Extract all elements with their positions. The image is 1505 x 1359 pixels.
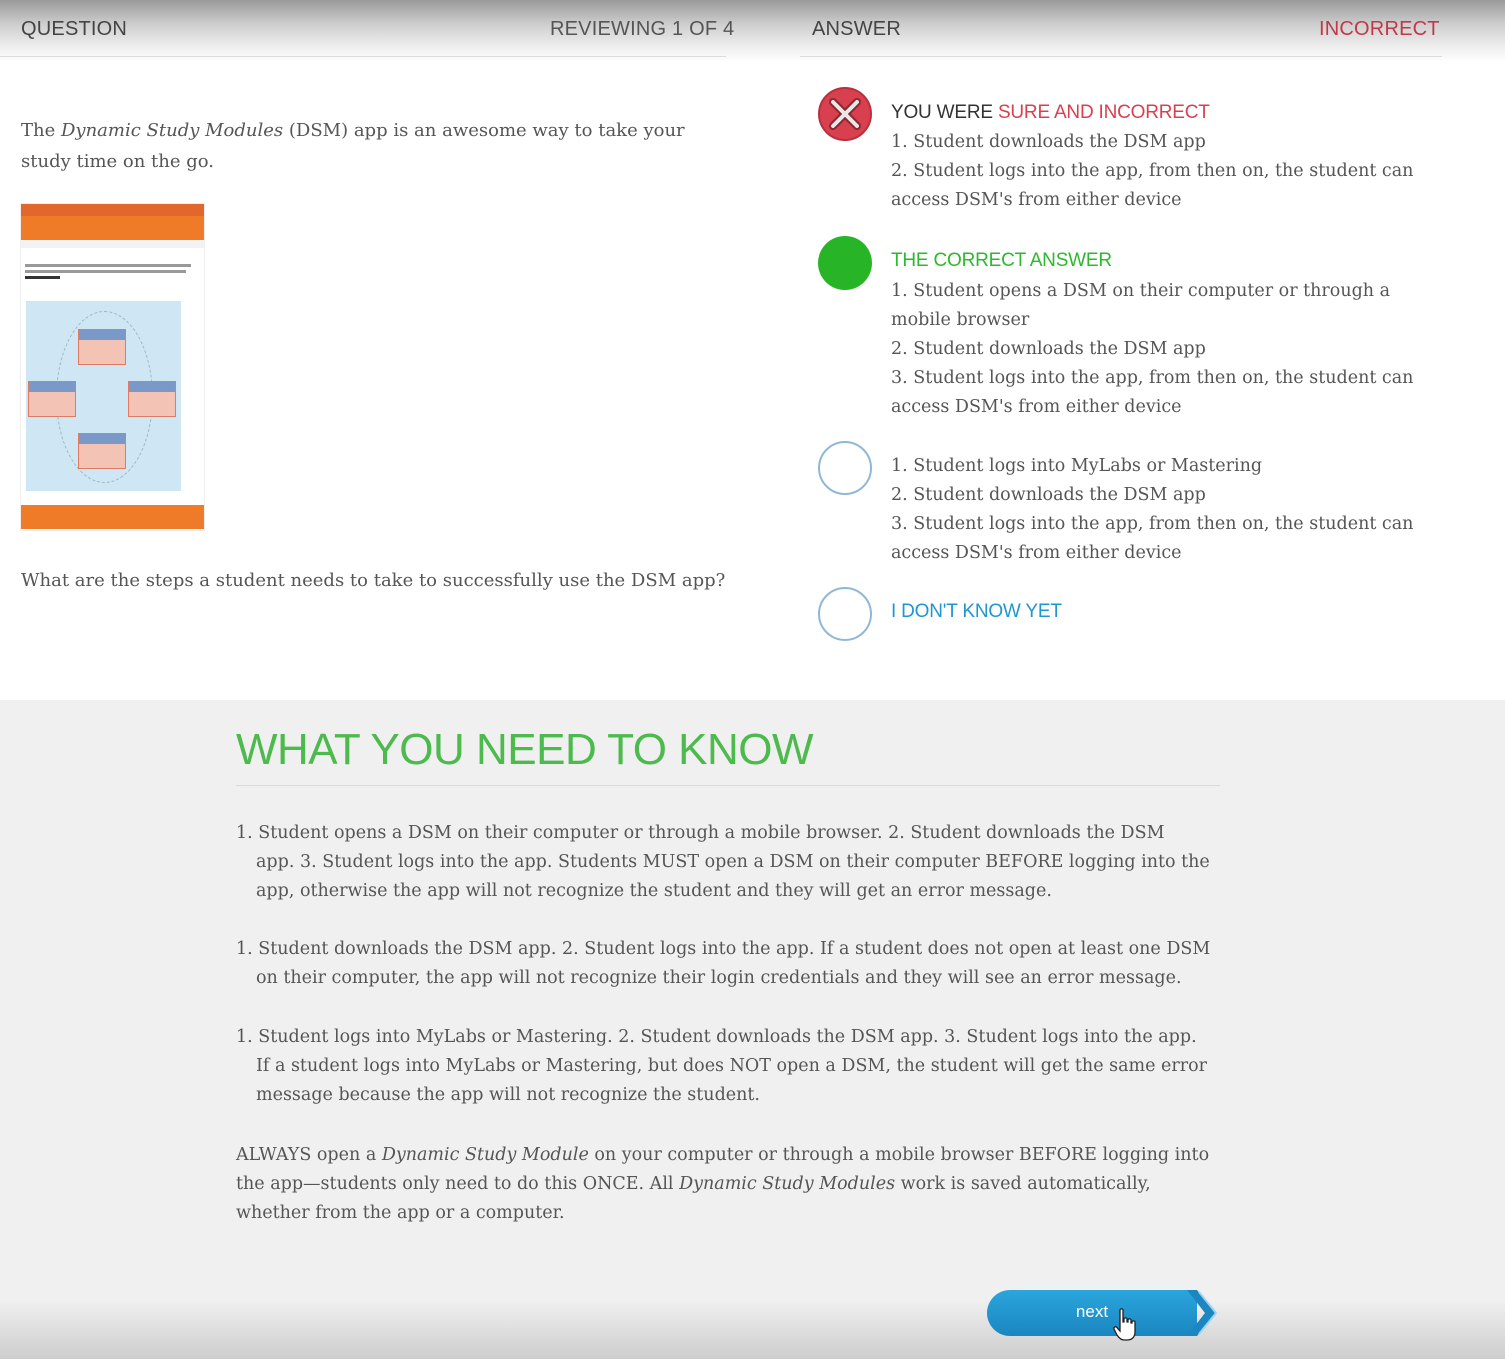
answer-line: 2. Student logs into the app, from then …	[891, 161, 1414, 210]
hand-pointer-icon	[1113, 1308, 1136, 1341]
phone-question-lines	[25, 264, 200, 279]
app-screenshot-image	[20, 203, 205, 531]
explanation-paragraph-2: 1. Student downloads the DSM app. 2. Stu…	[236, 939, 1211, 988]
answer-line: 2. Student downloads the DSM app	[891, 339, 1206, 359]
dont-know-option[interactable]: I DON'T KNOW YET	[891, 601, 1062, 623]
answer-line: 1. Student downloads the DSM app	[891, 132, 1206, 152]
result-status: INCORRECT	[1319, 18, 1440, 40]
summary-paragraph: ALWAYS open a Dynamic Study Module on yo…	[236, 1145, 1210, 1223]
answer-line: 3. Student logs into the app, from then …	[891, 514, 1414, 563]
empty-circle-icon[interactable]	[818, 441, 872, 495]
info-divider	[236, 785, 1220, 786]
phone-status-bar	[21, 204, 204, 216]
info-title: WHAT YOU NEED TO KNOW	[236, 725, 814, 774]
answer-label: ANSWER	[812, 18, 901, 40]
explanation-paragraph-1: 1. Student opens a DSM on their computer…	[236, 823, 1210, 901]
selected-answer-heading: YOU WERE SURE AND INCORRECT	[891, 102, 1210, 123]
question-prompt: What are the steps a student needs to ta…	[21, 570, 726, 591]
phone-subheader	[21, 240, 204, 248]
header-divider-left	[0, 56, 726, 57]
correct-answer-heading: THE CORRECT ANSWER	[891, 250, 1112, 271]
phone-app-bar	[21, 216, 204, 240]
empty-circle-icon[interactable]	[818, 587, 872, 641]
next-button[interactable]: next	[987, 1290, 1217, 1341]
header-divider-right	[800, 56, 1442, 57]
correct-answer-text: 1. Student opens a DSM on their computer…	[891, 277, 1436, 422]
x-circle-icon	[818, 87, 872, 141]
answer-line: 1. Student logs into MyLabs or Mastering	[891, 456, 1263, 476]
answer-line: 1. Student opens a DSM on their computer…	[891, 281, 1391, 330]
phone-next-bar	[21, 505, 204, 529]
header-bar	[0, 0, 1505, 62]
explanation-paragraph-3: 1. Student logs into MyLabs or Mastering…	[236, 1027, 1208, 1105]
selected-answer-text: 1. Student downloads the DSM app 2. Stud…	[891, 128, 1436, 215]
answer-line: 2. Student downloads the DSM app	[891, 485, 1206, 505]
answer-line: 3. Student logs into the app, from then …	[891, 368, 1414, 417]
check-circle-icon	[818, 236, 872, 290]
chevron-right-icon	[1187, 1290, 1217, 1336]
question-label: QUESTION	[21, 18, 128, 40]
other-answer-text[interactable]: 1. Student logs into MyLabs or Mastering…	[891, 452, 1436, 568]
bottom-shade	[0, 1300, 1505, 1359]
phone-diagram	[26, 301, 181, 491]
reviewing-progress: REVIEWING 1 OF 4	[550, 18, 735, 40]
question-intro: The Dynamic Study Modules (DSM) app is a…	[21, 120, 685, 172]
